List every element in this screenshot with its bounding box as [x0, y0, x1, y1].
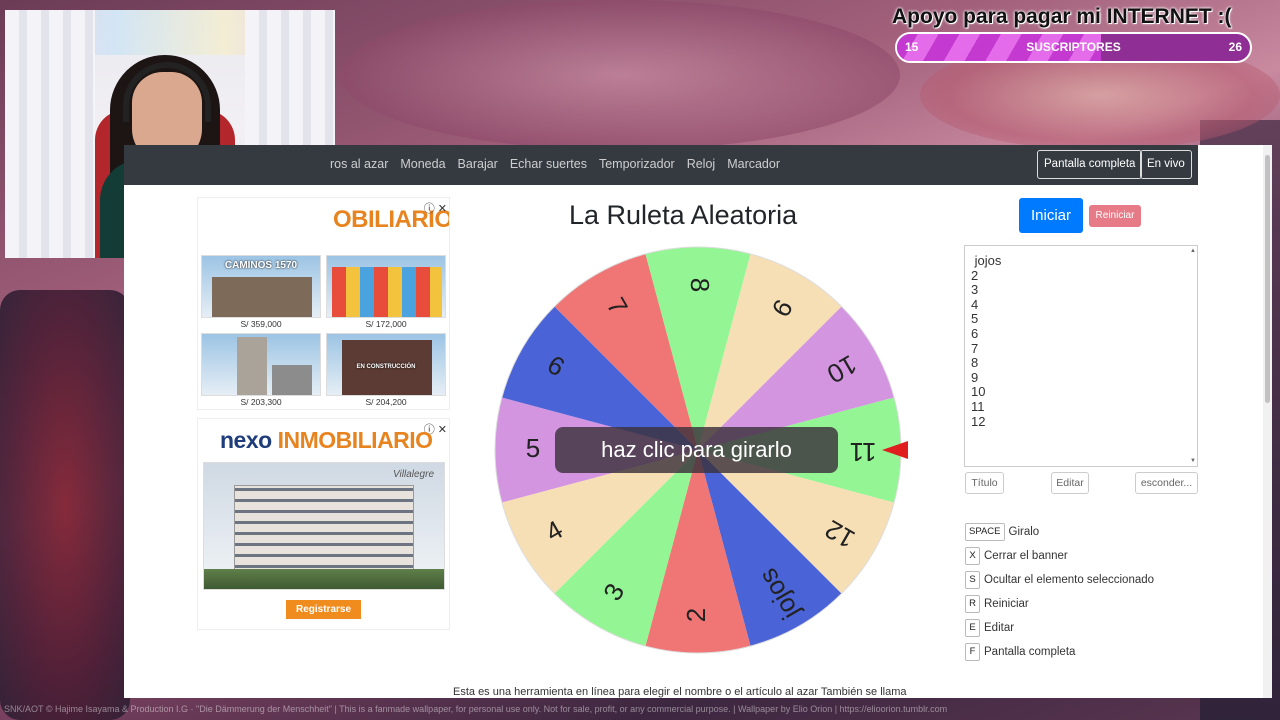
ad-trees: [204, 569, 444, 589]
wheel-segment-label: 5: [526, 433, 540, 463]
nav-link-draw-lots[interactable]: Echar suertes: [510, 157, 587, 171]
shortcut-key: S: [965, 571, 980, 589]
title-button[interactable]: Título: [965, 472, 1004, 494]
start-button[interactable]: Iniciar: [1019, 198, 1083, 233]
ad-tile-building: [272, 365, 312, 395]
nav-link-random-numbers[interactable]: ros al azar: [330, 157, 388, 171]
shortcut-label: Ocultar el elemento seleccionado: [984, 574, 1155, 586]
navbar: ros al azar Moneda Barajar Echar suertes…: [124, 145, 1198, 185]
ad-tile[interactable]: [201, 333, 321, 396]
subscriber-goal-bar: SUSCRIPTORES 15 26: [895, 32, 1252, 63]
shortcut-key: R: [965, 595, 980, 613]
ad-tile[interactable]: [326, 255, 446, 318]
wheel-segment-label: 8: [685, 278, 715, 292]
nav-link-timer[interactable]: Temporizador: [599, 157, 675, 171]
ad-tile-building: [332, 267, 442, 317]
entries-textarea[interactable]: [964, 245, 1198, 467]
ad-logo: nexo INMOBILIARIO: [220, 427, 433, 454]
ad-close-icon[interactable]: ⓘ ✕: [424, 200, 447, 216]
ad-banner-real-estate[interactable]: OBILIARIO ⓘ ✕ CAMINOS 1570 S/ 359,000 S/…: [197, 197, 450, 410]
wheel-segment-label: 11: [850, 437, 877, 467]
ad-tile-price: S/ 172,000: [365, 319, 407, 329]
ad-tile-building: [237, 337, 267, 395]
roulette-wheel[interactable]: jojos 2 3 4 5 6 7 8 9 10 11 12 haz clic para girarl…: [493, 245, 903, 655]
shortcut-key: SPACE: [965, 523, 1005, 541]
background-art: [0, 290, 130, 720]
nav-link-shuffle[interactable]: Barajar: [458, 157, 498, 171]
subscriber-goal-current: 15: [905, 40, 919, 54]
nav-link-clock[interactable]: Reloj: [687, 157, 716, 171]
shortcut-item: F Pantalla completa: [965, 643, 1075, 661]
spin-overlay[interactable]: haz clic para girarlo: [555, 427, 838, 473]
shortcut-key: E: [965, 619, 980, 637]
ad-tile-price: S/ 204,200: [365, 397, 407, 407]
page-scrollbar[interactable]: [1263, 145, 1272, 698]
ad-tile-price: S/ 359,000: [240, 319, 282, 329]
ad-register-button[interactable]: Registrarse: [286, 600, 361, 619]
shortcut-item: R Reiniciar: [965, 595, 1029, 613]
shortcut-item: S Ocultar el elemento seleccionado: [965, 571, 1154, 589]
entries-scrollbar[interactable]: ▲ ▼: [1189, 246, 1197, 466]
ad-banner-nexo[interactable]: ⓘ ✕ nexo INMOBILIARIO Villalegre Registr…: [197, 418, 450, 630]
shortcut-key: F: [965, 643, 980, 661]
ad-tile[interactable]: CAMINOS 1570: [201, 255, 321, 318]
ad-subtitle: Villalegre: [393, 469, 434, 480]
shortcut-label: Editar: [984, 622, 1015, 634]
ad-logo-nexo: nexo: [220, 427, 272, 453]
nav-link-coin[interactable]: Moneda: [400, 157, 445, 171]
page-scroll-thumb[interactable]: [1265, 155, 1270, 403]
ad-tile[interactable]: EN CONSTRUCCIÓN: [326, 333, 446, 396]
subscriber-goal-target: 26: [1228, 40, 1242, 54]
wheel-pointer-icon: [882, 441, 908, 459]
scroll-up-icon[interactable]: ▲: [1190, 248, 1196, 254]
shortcut-key: X: [965, 547, 980, 565]
ad-tile-text: EN CONSTRUCCIÓN: [356, 364, 416, 370]
scroll-down-icon[interactable]: ▼: [1190, 458, 1196, 464]
shortcut-label: Pantalla completa: [984, 646, 1076, 658]
browser-page: ros al azar Moneda Barajar Echar suertes…: [124, 145, 1272, 698]
subscriber-goal-label: SUSCRIPTORES: [1026, 40, 1121, 54]
page-title: La Ruleta Aleatoria: [569, 200, 798, 230]
nav-links: ros al azar Moneda Barajar Echar suertes…: [330, 157, 780, 171]
edit-button[interactable]: Editar: [1051, 472, 1089, 494]
background-art: [340, 0, 900, 150]
shortcut-item: X Cerrar el banner: [965, 547, 1068, 565]
shortcut-label: Giralo: [1008, 526, 1040, 538]
reset-button[interactable]: Reiniciar: [1089, 205, 1141, 227]
wheel-segment-label: 2: [681, 608, 711, 622]
fullscreen-button[interactable]: Pantalla completa: [1037, 150, 1143, 179]
footer-description: Esta es una herramienta en línea para el…: [453, 686, 907, 698]
nav-link-scoreboard[interactable]: Marcador: [727, 157, 780, 171]
shortcut-label: Cerrar el banner: [984, 550, 1068, 562]
shortcut-label: Reiniciar: [984, 598, 1029, 610]
ad-building: [234, 485, 414, 577]
ad-tile-price: S/ 203,300: [240, 397, 282, 407]
shortcut-item: SPACE Giralo: [965, 523, 1039, 541]
subscriber-goal-title: Apoyo para pagar mi INTERNET :(: [892, 5, 1232, 28]
webcam-curtain: [5, 10, 95, 258]
ad-building-image: Villalegre: [203, 462, 445, 590]
stream-credits: SNK/AOT © Hajime Isayama & Production I.…: [4, 704, 948, 714]
ad-tile-text: CAMINOS 1570: [224, 260, 298, 271]
hide-button[interactable]: esconder...: [1135, 472, 1198, 494]
ad-tile-building: [212, 277, 312, 317]
shortcut-item: E Editar: [965, 619, 1014, 637]
ad-logo-inmobiliario: INMOBILIARIO: [271, 427, 434, 453]
live-button[interactable]: En vivo: [1140, 150, 1192, 179]
